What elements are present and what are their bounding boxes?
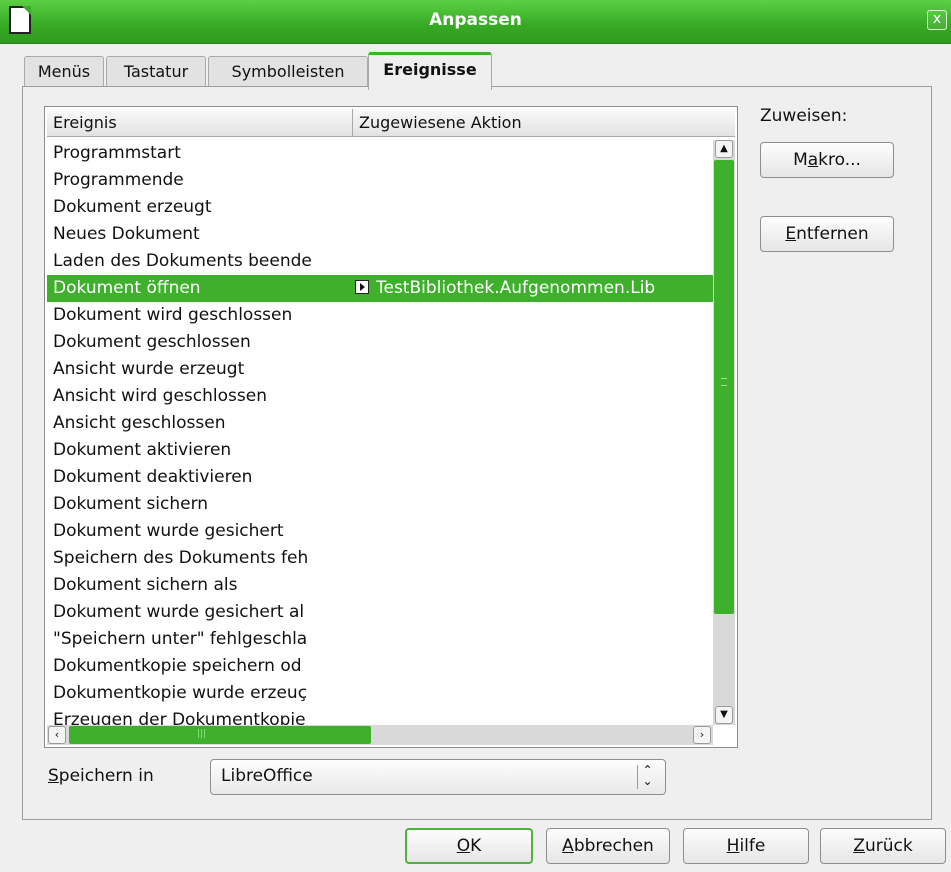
ok-label: K [470, 836, 482, 856]
table-row[interactable]: Dokumentkopie wurde erzeuç [47, 680, 713, 707]
macro-button-label: M [793, 150, 808, 170]
events-list: Programmstart Programmende Dokument erzeug… [47, 140, 713, 725]
table-row[interactable]: Ansicht wird geschlossen [47, 383, 713, 410]
macro-icon [355, 280, 369, 294]
window-title: Anpassen [429, 10, 522, 30]
event-name: Ansicht wird geschlossen [53, 386, 267, 406]
macro-button-label: kro... [818, 150, 861, 170]
title-bar: Anpassen x [0, 0, 951, 44]
tab-toolbars[interactable]: Symbolleisten [208, 56, 368, 88]
event-name: Dokumentkopie speichern od [53, 656, 302, 676]
scroll-right-icon[interactable]: › [693, 726, 711, 744]
help-accel: H [726, 836, 740, 856]
save-in-label: Speichern in [48, 766, 154, 786]
reset-accel: Z [853, 836, 865, 856]
save-in-label-text: peichern in [58, 766, 154, 786]
ok-button[interactable]: OK [405, 828, 533, 864]
event-name: Ansicht geschlossen [53, 413, 226, 433]
table-row[interactable]: Dokument erzeugt [47, 194, 713, 221]
cancel-button[interactable]: Abbrechen [546, 828, 670, 864]
event-name: Speichern des Dokuments feh [53, 548, 309, 568]
assigned-action: TestBibliothek.Aufgenommen.Lib [355, 275, 713, 302]
cancel-accel: A [562, 836, 574, 856]
column-header-event[interactable]: Ereignis [47, 109, 353, 137]
table-row[interactable]: Dokumentkopie speichern od [47, 653, 713, 680]
save-in-accel: S [48, 766, 59, 786]
remove-button[interactable]: Entfernen [760, 216, 894, 252]
event-name: Dokument öffnen [53, 278, 201, 298]
table-row[interactable]: "Speichern unter" fehlgeschla [47, 626, 713, 653]
event-name: Dokument wurde gesichert [53, 521, 284, 541]
scroll-down-icon[interactable]: ▼ [715, 706, 733, 724]
events-table: Ereignis Zugewiesene Aktion Programmstar… [44, 106, 738, 748]
save-in-value: LibreOffice [221, 766, 313, 786]
table-row[interactable]: Dokument deaktivieren [47, 464, 713, 491]
horizontal-scroll-thumb[interactable] [69, 726, 371, 744]
event-name: Dokument aktivieren [53, 440, 232, 460]
event-name: Dokument wurde gesichert al [53, 602, 305, 622]
assigned-action-text: TestBibliothek.Aufgenommen.Lib [376, 278, 656, 298]
event-name: Dokumentkopie wurde erzeuç [53, 683, 308, 703]
table-row[interactable]: Dokument wurde gesichert al [47, 599, 713, 626]
macro-button-accel: a [807, 150, 819, 170]
table-row[interactable]: Ansicht wurde erzeugt [47, 356, 713, 383]
remove-button-label: ntfernen [796, 224, 869, 244]
table-row[interactable]: Dokument aktivieren [47, 437, 713, 464]
table-row[interactable]: Dokument wurde gesichert [47, 518, 713, 545]
table-row[interactable]: Ansicht geschlossen [47, 410, 713, 437]
table-row[interactable]: Dokument wird geschlossen [47, 302, 713, 329]
event-name: "Speichern unter" fehlgeschla [53, 629, 308, 649]
event-name: Programmstart [53, 143, 181, 163]
reset-label: urück [864, 836, 913, 856]
table-row[interactable]: Speichern des Dokuments feh [47, 545, 713, 572]
event-name: Neues Dokument [53, 224, 200, 244]
column-header-action[interactable]: Zugewiesene Aktion [353, 109, 719, 137]
event-name: Laden des Dokuments beende [53, 251, 312, 271]
tab-keyboard[interactable]: Tastatur [106, 56, 206, 88]
table-row[interactable]: Erzeugen der Dokumentkopie [47, 707, 713, 725]
macro-button[interactable]: Makro... [760, 142, 894, 178]
grip-icon: ||| [197, 729, 207, 739]
vertical-scroll-thumb[interactable] [714, 160, 734, 614]
table-row[interactable]: Laden des Dokuments beende [47, 248, 713, 275]
assign-label: Zuweisen: [760, 106, 848, 126]
event-name: Dokument sichern [53, 494, 209, 514]
grip-icon [721, 378, 727, 386]
scroll-up-icon[interactable]: ▲ [715, 140, 733, 158]
table-row[interactable]: Dokument geschlossen [47, 329, 713, 356]
chevron-updown-icon: ⌃ ⌄ [637, 764, 657, 789]
event-name: Programmende [53, 170, 184, 190]
cancel-label: bbrechen [573, 836, 654, 856]
vertical-scrollbar[interactable]: ▲ ▼ [713, 140, 735, 725]
event-name: Dokument geschlossen [53, 332, 251, 352]
event-name: Dokument erzeugt [53, 197, 212, 217]
save-in-select[interactable]: LibreOffice ⌃ ⌄ [210, 759, 666, 795]
horizontal-scrollbar[interactable]: ‹ ||| › [47, 725, 713, 745]
table-row[interactable]: Dokument sichern als [47, 572, 713, 599]
table-row[interactable]: Programmende [47, 167, 713, 194]
reset-button[interactable]: Zurück [820, 828, 946, 864]
event-name: Dokument wird geschlossen [53, 305, 293, 325]
table-header: Ereignis Zugewiesene Aktion [47, 109, 735, 137]
tab-menus[interactable]: Menüs [24, 56, 104, 88]
tab-events[interactable]: Ereignisse [368, 52, 492, 90]
table-row[interactable]: Neues Dokument [47, 221, 713, 248]
scroll-left-icon[interactable]: ‹ [48, 726, 66, 744]
event-name: Dokument deaktivieren [53, 467, 253, 487]
event-name: Ansicht wurde erzeugt [53, 359, 245, 379]
help-button[interactable]: Hilfe [683, 828, 809, 864]
help-label: ilfe [739, 836, 766, 856]
table-row[interactable]: Programmstart [47, 140, 713, 167]
table-row[interactable]: Dokument öffnen TestBibliothek.Aufgenomme… [47, 275, 713, 302]
table-row[interactable]: Dokument sichern [47, 491, 713, 518]
close-button[interactable]: x [927, 10, 947, 30]
event-name: Erzeugen der Dokumentkopie [53, 710, 306, 725]
event-name: Dokument sichern als [53, 575, 238, 595]
ok-accel: O [456, 836, 471, 856]
remove-button-accel: E [785, 224, 797, 244]
